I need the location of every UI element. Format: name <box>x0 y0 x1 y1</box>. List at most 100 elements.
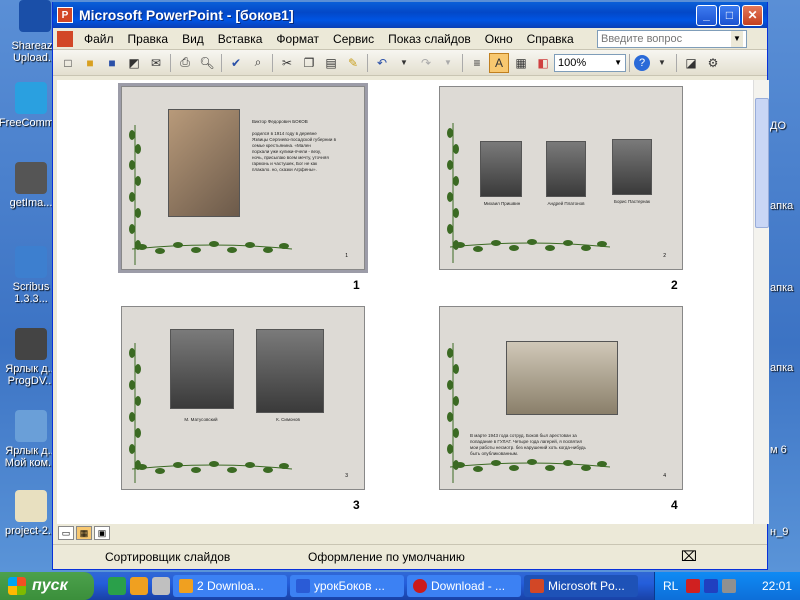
start-button[interactable]: пуск <box>0 572 94 600</box>
spelling-icon[interactable]: ✔ <box>226 53 246 73</box>
slideshow-view-icon[interactable]: ▣ <box>94 526 110 540</box>
quicklaunch-icon[interactable] <box>152 577 170 595</box>
paste-icon[interactable]: ▤ <box>321 53 341 73</box>
show-formatting-icon[interactable]: A <box>489 52 509 73</box>
powerpoint-icon[interactable]: P <box>57 7 73 23</box>
help-icon[interactable]: ? <box>634 54 650 71</box>
hide-slide-icon[interactable]: ◪ <box>681 53 701 73</box>
slide-caption: М. Матусовский <box>184 417 218 422</box>
slide-thumbnail-2[interactable]: Михаил Пришвин Андрей Платонов Борис Пас… <box>439 86 683 270</box>
slide-page-number: 3 <box>345 473 348 479</box>
chevron-down-icon[interactable]: ▼ <box>614 58 622 67</box>
desktop-label: н_9 <box>770 526 789 538</box>
toolbar-separator <box>170 53 171 72</box>
task-label: 2 Downloa... <box>197 579 264 593</box>
redo-dropdown-icon[interactable]: ▼ <box>438 53 458 73</box>
menu-view[interactable]: Вид <box>175 32 211 46</box>
research-icon[interactable]: ⌕ <box>248 53 268 73</box>
slide-page-number: 1 <box>345 253 348 259</box>
undo-icon[interactable]: ↶ <box>372 53 392 73</box>
menu-tools[interactable]: Сервис <box>326 32 381 46</box>
permission-icon[interactable]: ◩ <box>124 53 144 73</box>
save-icon[interactable]: ■ <box>102 53 122 73</box>
slide-sorter-view-icon[interactable]: ▦ <box>76 526 92 540</box>
portrait-photo <box>170 329 234 409</box>
desktop-label: ДО <box>770 120 787 132</box>
quicklaunch-icon[interactable] <box>108 577 126 595</box>
task-opera[interactable]: Download - ... <box>407 575 521 597</box>
slide-page-number: 2 <box>663 253 666 259</box>
slide-thumbnail-3[interactable]: М. Матусовский К. Симонов 3 <box>121 306 365 490</box>
help-dropdown-icon[interactable]: ▼ <box>652 53 672 73</box>
close-button[interactable]: ✕ <box>742 4 763 26</box>
menu-help[interactable]: Справка <box>520 32 581 46</box>
zoom-value: 100% <box>558 56 587 69</box>
vine-decoration <box>450 239 610 252</box>
grid-icon[interactable]: ▦ <box>511 53 531 73</box>
copy-icon[interactable]: ❐ <box>299 53 319 73</box>
document-icon[interactable] <box>57 30 73 47</box>
tray-icon[interactable] <box>686 579 701 593</box>
menu-window[interactable]: Окно <box>478 32 520 46</box>
maximize-button[interactable]: □ <box>719 4 740 26</box>
menu-insert[interactable]: Вставка <box>211 32 270 46</box>
computer-icon <box>15 410 47 442</box>
title-bar[interactable]: P Microsoft PowerPoint - [боков1] _ □ ✕ <box>53 2 767 28</box>
toolbar-separator <box>462 53 463 72</box>
portrait-photo <box>168 109 240 217</box>
vine-decoration <box>450 459 610 472</box>
chevron-down-icon[interactable]: ▼ <box>731 30 743 47</box>
normal-view-icon[interactable]: ▭ <box>58 526 74 540</box>
task-powerpoint[interactable]: Microsoft Po... <box>524 575 638 597</box>
slide-thumbnail-1[interactable]: Виктор Федорович БОКОВ родился в 1914 го… <box>118 83 368 273</box>
desktop-label: апка <box>770 200 794 212</box>
menu-slideshow[interactable]: Показ слайдов <box>381 32 478 46</box>
camp-photo <box>506 341 618 415</box>
view-buttons-bar: ▭ ▦ ▣ <box>57 524 753 542</box>
word-icon <box>296 579 310 593</box>
desktop-label: апка <box>770 282 794 294</box>
slide-thumbnail-4[interactable]: В марте 1943 года сотруд. Боков был арес… <box>439 306 683 490</box>
vertical-scrollbar[interactable] <box>753 80 769 524</box>
slide-caption: К. Симонов <box>276 417 300 422</box>
task-label: Download - ... <box>431 579 506 593</box>
new-icon[interactable]: □ <box>58 53 78 73</box>
rehearse-timings-icon[interactable]: ⚙ <box>703 53 723 73</box>
portrait-photo <box>256 329 324 413</box>
color-grayscale-icon[interactable]: ◧ <box>533 53 553 73</box>
desktop-icon-label: project-2... <box>5 525 57 537</box>
standard-toolbar: □ ■ ■ ◩ ✉ ⎙ 🔍︎ ✔ ⌕ ✂ ❐ ▤ ✎ ↶ ▼ ↷ ▼ ≡ A ▦… <box>53 50 767 76</box>
spelling-status-icon[interactable]: ⌧ <box>681 548 697 565</box>
scrollbar-thumb[interactable] <box>755 98 769 228</box>
desktop-label: апка <box>770 362 794 374</box>
menu-file[interactable]: Файл <box>77 32 121 46</box>
ask-question-box[interactable]: Введите вопрос ▼ <box>597 29 747 48</box>
menu-edit[interactable]: Правка <box>121 32 176 46</box>
menu-bar: Файл Правка Вид Вставка Формат Сервис По… <box>53 28 767 50</box>
task-word[interactable]: урокБоков ... <box>290 575 404 597</box>
print-preview-icon[interactable]: 🔍︎ <box>197 53 217 73</box>
minimize-button[interactable]: _ <box>696 4 717 26</box>
task-downloads[interactable]: 2 Downloa... <box>173 575 287 597</box>
slide-caption: Михаил Пришвин <box>483 201 521 206</box>
volume-icon[interactable] <box>722 579 737 593</box>
format-painter-icon[interactable]: ✎ <box>343 53 363 73</box>
tray-icon[interactable] <box>704 579 719 593</box>
expand-all-icon[interactable]: ≡ <box>467 53 487 73</box>
redo-icon[interactable]: ↷ <box>416 53 436 73</box>
email-icon[interactable]: ✉ <box>146 53 166 73</box>
menu-format[interactable]: Формат <box>269 32 326 46</box>
status-design: Оформление по умолчанию <box>308 549 465 564</box>
slide-page-number: 4 <box>663 473 666 479</box>
cut-icon[interactable]: ✂ <box>277 53 297 73</box>
language-indicator[interactable]: RL <box>663 579 678 593</box>
quicklaunch-icon[interactable] <box>130 577 148 595</box>
clock: 22:01 <box>761 579 792 593</box>
print-icon[interactable]: ⎙ <box>175 53 195 73</box>
slide-caption: Борис Пастернак <box>614 199 650 204</box>
hp-icon <box>19 0 51 32</box>
zoom-select[interactable]: 100% ▼ <box>554 53 626 72</box>
undo-dropdown-icon[interactable]: ▼ <box>394 53 414 73</box>
open-icon[interactable]: ■ <box>80 53 100 73</box>
task-label: Microsoft Po... <box>548 579 625 593</box>
